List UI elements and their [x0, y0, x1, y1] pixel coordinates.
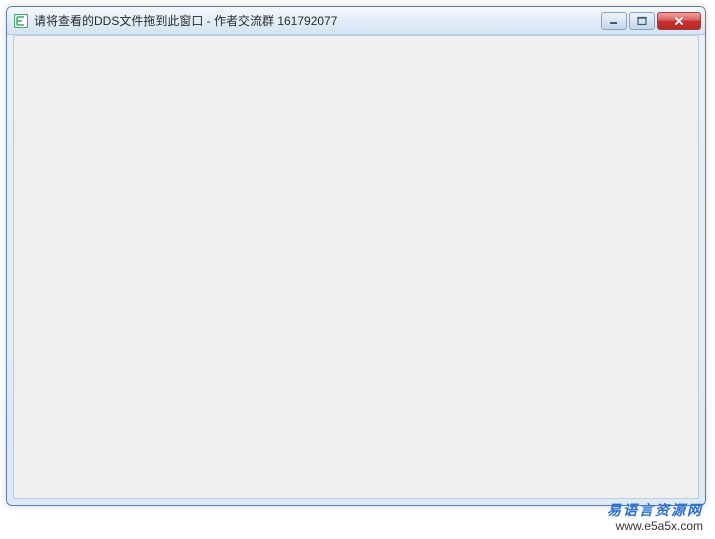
window-title: 请将查看的DDS文件拖到此窗口 - 作者交流群 161792077 — [34, 12, 601, 29]
drop-area[interactable] — [13, 35, 699, 499]
titlebar[interactable]: 请将查看的DDS文件拖到此窗口 - 作者交流群 161792077 — [7, 7, 705, 35]
app-icon — [13, 13, 29, 29]
watermark-text: 易语言资源网 — [607, 501, 703, 519]
watermark-url: www.e5a5x.com — [607, 519, 703, 535]
watermark: 易语言资源网 www.e5a5x.com — [607, 501, 703, 535]
close-button[interactable] — [657, 12, 701, 30]
maximize-button[interactable] — [629, 12, 655, 30]
window-controls — [601, 12, 701, 30]
application-window: 请将查看的DDS文件拖到此窗口 - 作者交流群 161792077 — [6, 6, 706, 506]
minimize-button[interactable] — [601, 12, 627, 30]
